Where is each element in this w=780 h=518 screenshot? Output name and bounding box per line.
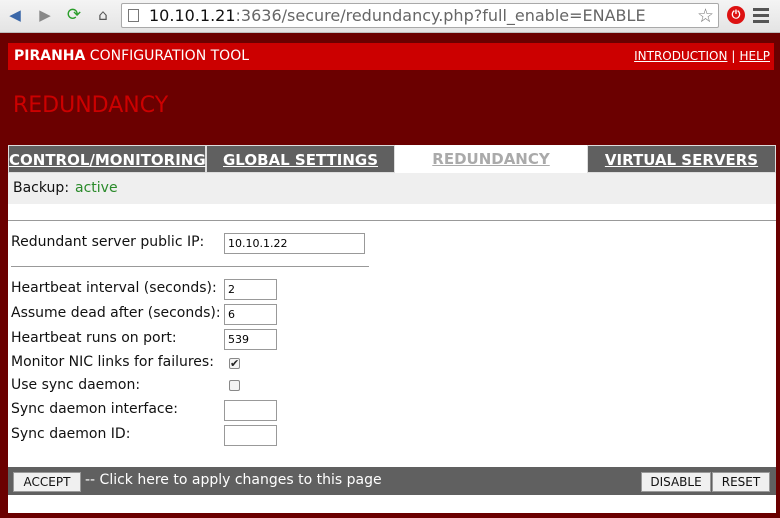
- title-bar: PIRANHA CONFIGURATION TOOL INTRODUCTION |…: [8, 43, 774, 70]
- divider: [8, 220, 776, 221]
- back-icon[interactable]: ◀: [6, 6, 24, 24]
- sync-interface-label: Sync daemon interface:: [11, 401, 178, 417]
- forward-icon[interactable]: ▶: [36, 6, 54, 24]
- sync-id-label: Sync daemon ID:: [11, 426, 131, 442]
- sync-daemon-checkbox[interactable]: [229, 380, 240, 391]
- monitor-nic-label: Monitor NIC links for failures:: [11, 354, 214, 370]
- page-icon: [128, 9, 139, 22]
- extension-icon[interactable]: ⏻: [727, 6, 745, 24]
- brand: PIRANHA CONFIGURATION TOOL: [14, 48, 250, 64]
- bookmark-star-icon[interactable]: ☆: [697, 5, 714, 27]
- help-link[interactable]: HELP: [739, 49, 770, 63]
- menu-icon[interactable]: [753, 8, 769, 26]
- top-links: INTRODUCTION | HELP: [634, 49, 770, 63]
- sync-interface-input[interactable]: [224, 400, 277, 421]
- action-bar: ACCEPT -- Click here to apply changes to…: [8, 467, 776, 495]
- sync-id-input[interactable]: [224, 425, 277, 446]
- backup-status: Backup: active: [8, 173, 776, 204]
- heartbeat-port-label: Heartbeat runs on port:: [11, 330, 177, 346]
- reload-icon[interactable]: ⟳: [65, 6, 83, 24]
- url-text: 10.10.1.21:3636/secure/redundancy.php?fu…: [149, 6, 646, 25]
- disable-button[interactable]: DISABLE: [641, 472, 711, 492]
- dead-after-input[interactable]: [224, 304, 277, 325]
- tab-control-monitoring[interactable]: CONTROL/MONITORING: [8, 145, 206, 173]
- reset-button[interactable]: RESET: [712, 472, 770, 492]
- tab-virtual-servers[interactable]: VIRTUAL SERVERS: [587, 145, 776, 173]
- main-panel: CONTROL/MONITORING GLOBAL SETTINGS REDUN…: [8, 145, 776, 513]
- page-title: REDUNDANCY: [13, 93, 169, 118]
- sync-daemon-label: Use sync daemon:: [11, 377, 141, 393]
- divider: [11, 266, 369, 267]
- heartbeat-interval-input[interactable]: [224, 279, 277, 300]
- accept-hint: -- Click here to apply changes to this p…: [85, 472, 382, 488]
- home-icon[interactable]: ⌂: [94, 6, 112, 24]
- accept-button[interactable]: ACCEPT: [13, 472, 81, 492]
- heartbeat-interval-label: Heartbeat interval (seconds):: [11, 280, 217, 296]
- heartbeat-port-input[interactable]: [224, 329, 277, 350]
- address-bar[interactable]: 10.10.1.21:3636/secure/redundancy.php?fu…: [121, 3, 719, 28]
- backup-value: active: [75, 180, 118, 196]
- backup-label: Backup:: [13, 180, 70, 196]
- tab-bar: CONTROL/MONITORING GLOBAL SETTINGS REDUN…: [8, 145, 776, 173]
- monitor-nic-checkbox[interactable]: ✔: [229, 358, 240, 369]
- tab-redundancy[interactable]: REDUNDANCY: [395, 145, 587, 173]
- public-ip-input[interactable]: [224, 233, 365, 254]
- introduction-link[interactable]: INTRODUCTION: [634, 49, 727, 63]
- tab-global-settings[interactable]: GLOBAL SETTINGS: [206, 145, 395, 173]
- browser-toolbar: ◀ ▶ ⟳ ⌂ 10.10.1.21:3636/secure/redundanc…: [0, 0, 780, 33]
- public-ip-label: Redundant server public IP:: [11, 234, 205, 250]
- dead-after-label: Assume dead after (seconds):: [11, 305, 221, 321]
